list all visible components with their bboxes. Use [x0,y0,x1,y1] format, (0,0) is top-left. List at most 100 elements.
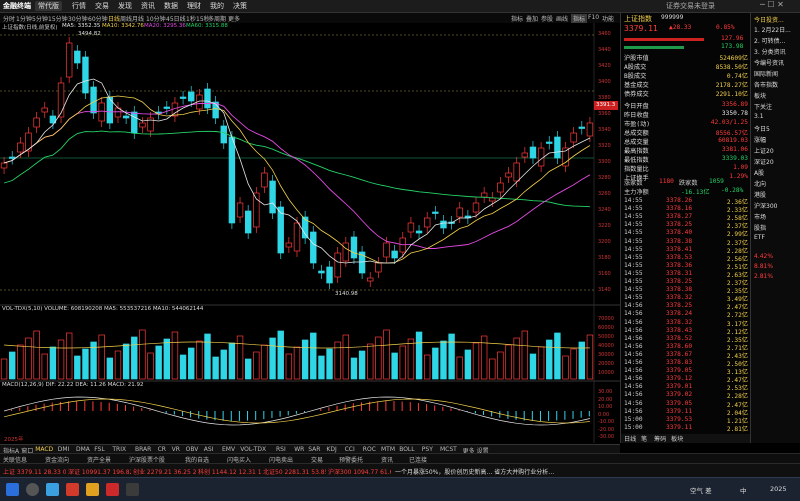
login-status[interactable]: 证券交易未登录 [666,1,715,11]
trading-app-icon[interactable] [106,483,119,496]
toolbar-button[interactable]: 参股 [541,14,553,23]
period-tab[interactable]: 5分钟 [32,14,48,23]
news-item[interactable]: 各市指数 [754,80,800,89]
period-tab[interactable]: 45日线 [166,14,186,23]
tick-row[interactable]: 15:003379.112.81亿 [621,424,751,433]
menu-item[interactable]: 发现 [118,1,132,11]
news-item[interactable]: 股指 [754,223,800,232]
start-icon[interactable] [6,483,19,496]
indicator-tab[interactable]: MCST [440,446,457,453]
news-item[interactable]: 市场 [754,212,800,221]
right-tab[interactable]: 日线 [624,434,636,443]
toolbar-button[interactable]: 叠加 [526,14,538,23]
ticker-item[interactable]: 北证50 2281.31 53.85 2.51% 6693亿 [263,467,326,476]
news-item[interactable]: 下关注 [754,102,800,111]
period-tab[interactable]: 60分钟 [88,14,108,23]
ticker-item[interactable]: 深证 10991.37 196.82 1.82% 13370亿 [68,467,131,476]
news-item[interactable]: 1. 2月22日... [754,25,800,34]
news-item[interactable]: 今日5 [754,124,800,133]
indicator-tab[interactable]: ROC [363,446,376,453]
indicator-tab[interactable]: DMI [58,446,70,453]
clock[interactable]: 2025 [770,485,787,493]
news-item[interactable]: 港股 [754,190,800,199]
weather-status[interactable]: 空气 差 [690,485,712,495]
news-item[interactable]: 深证20 [754,157,800,166]
ime-indicator[interactable]: 中 [740,485,747,495]
indicator-tab[interactable]: WR [294,446,304,453]
indicator-tab[interactable]: SAR [308,446,320,453]
toolbar-button[interactable]: 功能 [602,14,614,23]
news-item[interactable]: 今编号资讯 [754,58,800,67]
right-tab[interactable]: 笔 [641,434,647,443]
news-item[interactable]: 板块 [754,91,800,100]
indicator-tab[interactable]: EMV [222,446,235,453]
app-icon[interactable] [126,483,139,496]
indicator-tab[interactable]: VOL-TDX [240,446,266,453]
indicator-tab[interactable]: DMA [76,446,90,453]
period-tab[interactable]: 1秒 [186,14,196,23]
indicator-tab[interactable]: VR [172,446,180,453]
menu-item[interactable]: 决策 [233,1,247,11]
indicator-tab[interactable]: PSY [422,446,433,453]
news-item[interactable]: ETF [754,234,800,241]
browser-icon[interactable] [46,483,59,496]
ticker-news[interactable]: 一个月暴涨50%，股价创历史新高… 省方大并购行业分析… [395,467,554,476]
indicator-tab[interactable]: ASI [204,446,214,453]
news-item[interactable]: 3.1 [754,113,800,120]
edition-dropdown[interactable]: 常代版 [35,1,62,11]
menu-item[interactable]: 资讯 [141,1,155,11]
menu-item[interactable]: 交易 [95,1,109,11]
quote-stat-label: 昨日收盘 [624,110,649,119]
period-tab-active[interactable]: 日线 [108,14,120,23]
indicator-tab[interactable]: BOLL [399,446,414,453]
period-tab[interactable]: 月线 [132,14,144,23]
news-item[interactable]: 北向 [754,179,800,188]
toolbar-button[interactable]: F10 [588,14,599,21]
menu-item[interactable]: 数据 [164,1,178,11]
period-tab[interactable]: 15分钟 [48,14,68,23]
period-tab[interactable]: 10分钟 [146,14,166,23]
news-item[interactable]: 涨幅 [754,135,800,144]
period-tab[interactable]: 更多 [228,14,240,23]
right-tab[interactable]: 筹码 [654,434,666,443]
news-item[interactable]: 沪深300 [754,201,800,210]
indicator-tab[interactable]: KDJ [326,446,336,453]
ticker-item[interactable]: 科创 1144.12 12.31 1.09% 390.2亿 [198,467,261,476]
search-icon[interactable] [26,483,39,496]
news-item[interactable]: 3. 分类资讯 [754,47,800,56]
quote-panel: 上证指数 999999 3379.11 ▲28.33 0.85% 127.96 … [620,13,751,443]
menu-item[interactable]: 行情 [72,1,86,11]
ticker-item[interactable]: 创业 2279.21 36.25 2.47% 6993亿 [133,467,196,476]
period-tab[interactable]: 分时 [3,14,15,23]
indicator-tab[interactable]: BRAR [135,446,151,453]
kline-chart-svg[interactable] [0,23,620,443]
ticker-item[interactable]: 上证 3379.11 28.33 0.85% 8556亿 [3,467,66,476]
news-item[interactable]: 上证20 [754,146,800,155]
indicator-tab[interactable]: RSI [276,446,286,453]
indicator-tab[interactable]: MACD [35,446,53,453]
app-icon[interactable] [66,483,79,496]
toolbar-button[interactable]: 画线 [556,14,568,23]
ticker-item[interactable]: 沪深300 1094.77 61.68 5.97% 2142亿 [328,467,391,476]
toolbar-button-active[interactable]: 指标 [571,14,587,23]
period-tab[interactable]: 周线 [120,14,132,23]
indicator-tab[interactable]: CCI [345,446,355,453]
news-item[interactable]: A股 [754,168,800,177]
menu-item[interactable]: 我的 [210,1,224,11]
menu-item[interactable]: 理财 [187,1,201,11]
indicator-tab[interactable]: CR [158,446,166,453]
kline-chart-area[interactable]: 上证指数(日线,前复权) MA5: 3352.35 MA10: 3342.76 … [0,23,620,443]
toolbar-button[interactable]: 指标 [511,14,523,23]
window-controls-icon[interactable]: ─ ☐ ✕ [760,0,784,9]
news-item[interactable]: 2. 可转债... [754,36,800,45]
indicator-tab[interactable]: OBV [186,446,199,453]
indicator-tab[interactable]: MTM [381,446,395,453]
period-tab[interactable]: 1分钟 [16,14,32,23]
indicator-tab[interactable]: TRIX [112,446,126,453]
news-item[interactable]: 国际新闻 [754,69,800,78]
period-tab[interactable]: 多周期 [208,14,226,23]
right-tab[interactable]: 板块 [671,434,683,443]
period-tab[interactable]: 30分钟 [68,14,88,23]
indicator-tab[interactable]: FSL [94,446,105,453]
folder-icon[interactable] [86,483,99,496]
